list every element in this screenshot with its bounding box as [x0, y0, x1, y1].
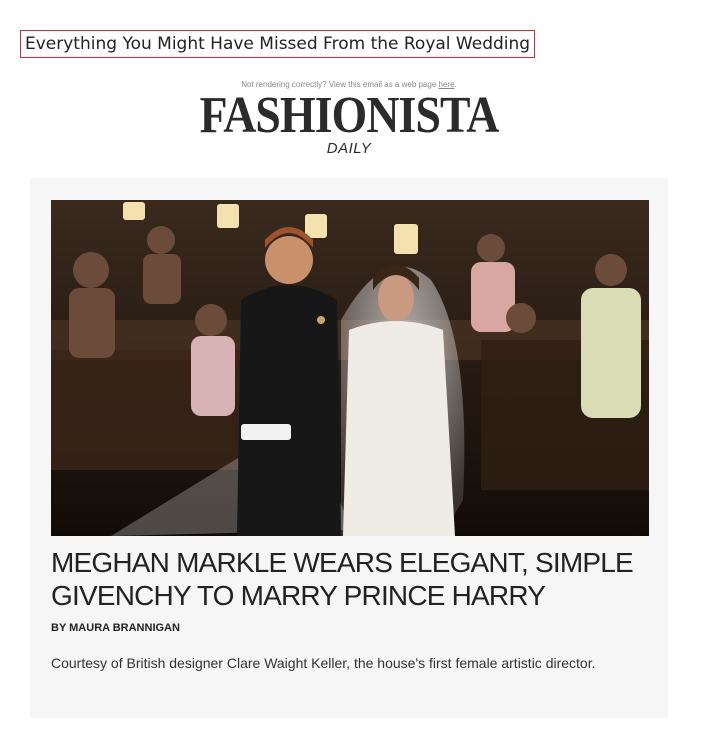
article-headline[interactable]: MEGHAN MARKLE WEARS ELEGANT, SIMPLE GIVE…: [51, 546, 651, 612]
article-byline: BY MAURA BRANNIGAN: [51, 622, 180, 634]
article-deck: Courtesy of British designer Clare Waigh…: [51, 655, 596, 671]
article-photo[interactable]: [51, 200, 649, 536]
fashionista-logo[interactable]: FASHIONISTA: [67, 90, 632, 142]
logo-subtitle: DAILY: [326, 140, 372, 157]
article-card: MEGHAN MARKLE WEARS ELEGANT, SIMPLE GIVE…: [30, 178, 668, 718]
email-subject: Everything You Might Have Missed From th…: [20, 30, 536, 58]
email-body: Not rendering correctly? View this email…: [28, 70, 670, 720]
